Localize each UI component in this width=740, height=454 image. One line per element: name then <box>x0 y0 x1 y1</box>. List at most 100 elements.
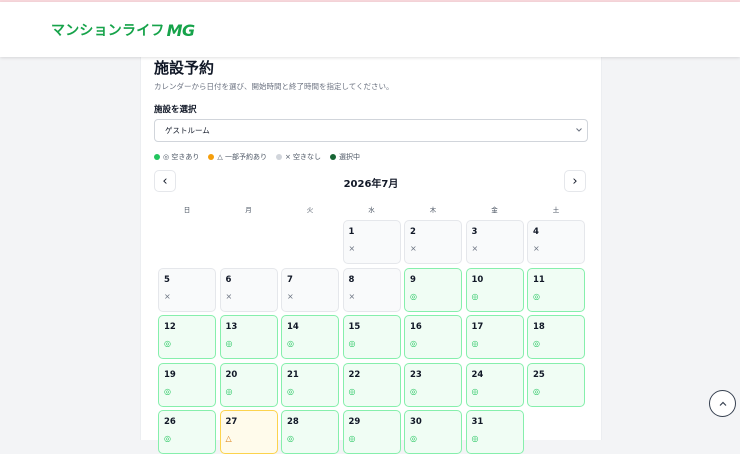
legend-item: ◎ 空きあり <box>154 152 199 162</box>
facility-select-value: ゲストルーム <box>165 126 210 135</box>
day-number: 17 <box>471 322 484 332</box>
calendar-day[interactable]: 18 ◎ <box>527 315 585 359</box>
availability-mark: ◎ <box>533 386 540 396</box>
availability-mark: × <box>348 291 356 301</box>
day-number: 25 <box>533 369 545 380</box>
facility-select-label: 施設を選択 <box>154 105 197 115</box>
calendar-day[interactable]: 28 ◎ <box>281 410 339 454</box>
site-header: マンションライフ MG <box>0 2 740 57</box>
day-number: 14 <box>287 322 299 332</box>
availability-mark: ◎ <box>348 339 356 348</box>
availability-mark: ◎ <box>287 386 294 396</box>
availability-mark: ◎ <box>471 291 479 301</box>
calendar-weekday-header: 日月火水木金土 <box>158 204 585 214</box>
availability-mark: × <box>410 244 417 253</box>
calendar-day[interactable]: 13 ◎ <box>219 315 278 359</box>
day-number: 9 <box>410 274 416 285</box>
day-number: 8 <box>348 274 355 285</box>
calendar-day[interactable]: 31 ◎ <box>465 410 524 454</box>
day-number: 2 <box>410 227 416 237</box>
availability-mark: × <box>287 291 294 301</box>
next-month-button[interactable]: › <box>564 170 586 192</box>
availability-mark: ◎ <box>533 339 540 348</box>
legend-item: × 空きなし <box>275 152 322 162</box>
calendar-day[interactable]: 17 ◎ <box>465 315 524 359</box>
calendar-day: 6 × <box>219 267 278 312</box>
calendar-day[interactable]: 29 ◎ <box>342 410 401 454</box>
calendar-day[interactable]: 24 ◎ <box>465 362 524 407</box>
legend-dot <box>275 154 282 160</box>
calendar-day[interactable]: 10 ◎ <box>465 267 524 312</box>
weekday-label: 木 <box>429 206 437 214</box>
day-number: 3 <box>471 227 478 237</box>
chevron-down-icon <box>576 128 582 132</box>
weekday-label: 水 <box>368 206 375 214</box>
day-number: 18 <box>533 322 545 332</box>
day-number: 19 <box>164 369 176 380</box>
availability-mark: ◎ <box>348 386 356 396</box>
availability-mark: △ <box>225 434 232 443</box>
calendar-day[interactable]: 12 ◎ <box>158 315 216 359</box>
day-number: 4 <box>533 227 539 237</box>
calendar-day[interactable]: 11 ◎ <box>527 267 585 312</box>
calendar-day: 7 × <box>281 267 339 312</box>
availability-mark: ◎ <box>471 339 479 348</box>
calendar-day[interactable]: 21 ◎ <box>281 362 339 407</box>
availability-mark: ◎ <box>533 291 540 301</box>
weekday-label: 月 <box>245 206 252 214</box>
page-description: カレンダーから日付を選び、開始時間と終了時間を指定してください。 <box>154 82 394 91</box>
legend-dot <box>154 154 160 160</box>
day-number: 11 <box>533 274 545 285</box>
calendar-day: 2 × <box>404 220 462 264</box>
calendar-day[interactable]: 9 ◎ <box>404 267 462 312</box>
calendar-day[interactable]: 30 ◎ <box>404 410 462 454</box>
calendar-day: 5 × <box>158 267 216 312</box>
calendar-day: 1 × <box>342 220 401 264</box>
day-number: 29 <box>348 417 361 427</box>
calendar-day[interactable]: 14 ◎ <box>281 315 339 359</box>
weekday-label: 火 <box>306 206 314 214</box>
day-number: 31 <box>471 417 484 427</box>
availability-mark: ◎ <box>348 434 356 443</box>
calendar-day[interactable]: 23 ◎ <box>404 362 462 407</box>
calendar-day[interactable]: 26 ◎ <box>158 410 216 454</box>
day-number: 6 <box>225 274 232 285</box>
calendar-day[interactable]: 15 ◎ <box>342 315 401 359</box>
day-number: 22 <box>348 369 361 380</box>
availability-mark: × <box>225 291 233 301</box>
legend-label: × 空きなし <box>284 153 322 161</box>
reservation-card: 施設予約 カレンダーから日付を選び、開始時間と終了時間を指定してください。 施設… <box>140 57 602 454</box>
day-number: 16 <box>410 322 422 332</box>
calendar-day[interactable]: 16 ◎ <box>404 315 462 359</box>
facility-select[interactable]: ゲストルーム <box>154 119 588 142</box>
logo-text: マンションライフ <box>51 23 165 39</box>
site-logo[interactable]: マンションライフ MG <box>51 20 195 40</box>
availability-mark: ◎ <box>410 339 417 348</box>
day-number: 30 <box>410 417 422 427</box>
availability-mark: × <box>471 244 479 253</box>
calendar-day[interactable]: 22 ◎ <box>342 362 401 407</box>
availability-mark: ◎ <box>164 434 171 443</box>
day-number: 12 <box>164 322 176 332</box>
legend-dot <box>208 154 215 160</box>
calendar-empty-cell <box>220 220 278 264</box>
calendar-day[interactable]: 27 △ <box>219 410 278 454</box>
calendar-day[interactable]: 25 ◎ <box>527 362 585 407</box>
scroll-to-top-button[interactable] <box>709 390 736 417</box>
weekday-label: 金 <box>491 206 498 214</box>
availability-mark: ◎ <box>471 434 479 443</box>
availability-mark: × <box>533 244 540 253</box>
calendar-day[interactable]: 19 ◎ <box>158 362 216 407</box>
availability-mark: × <box>164 291 171 301</box>
calendar-month-label: 2026年7月 <box>343 179 399 190</box>
legend-label: ◎ 空きあり <box>163 153 200 161</box>
calendar-day[interactable]: 20 ◎ <box>219 362 278 407</box>
day-number: 13 <box>225 322 238 332</box>
availability-mark: ◎ <box>410 386 417 396</box>
availability-mark: ◎ <box>287 339 294 348</box>
availability-mark: ◎ <box>225 339 233 348</box>
day-number: 26 <box>164 417 176 427</box>
day-number: 23 <box>410 369 422 380</box>
availability-mark: ◎ <box>471 386 479 396</box>
day-number: 10 <box>471 274 484 285</box>
